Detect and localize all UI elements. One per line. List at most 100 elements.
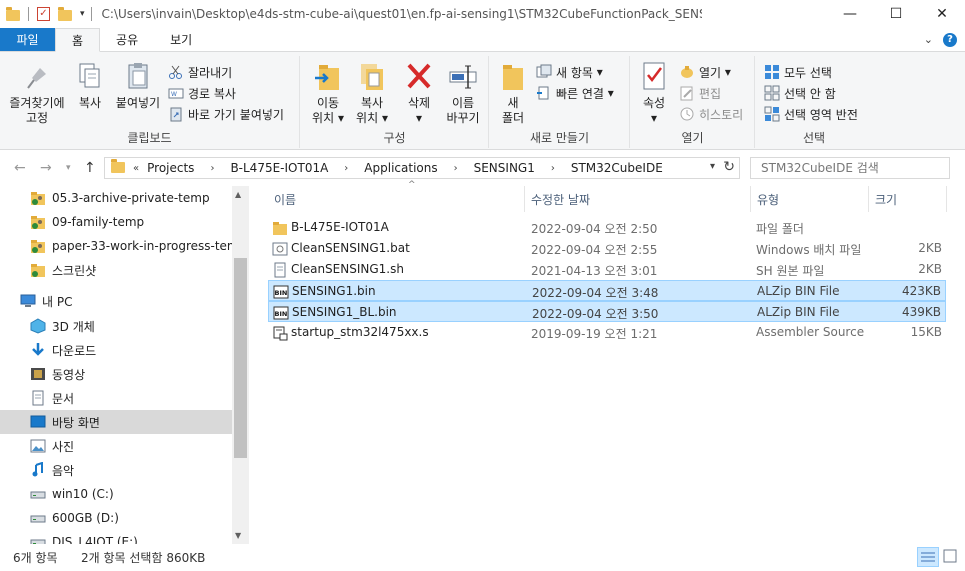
- download-icon: [30, 342, 46, 358]
- refresh-icon[interactable]: ↻: [723, 159, 735, 175]
- nav-item[interactable]: win10 (C:): [0, 482, 232, 506]
- close-button[interactable]: ✕: [919, 0, 965, 28]
- tab-share[interactable]: 공유: [100, 28, 154, 51]
- breadcrumb-sensing1[interactable]: SENSING1: [474, 161, 535, 175]
- organize-group: 이동 위치 ▾ 복사 위치 ▾ 삭제 ▾ 이름 바꾸기 구성: [301, 56, 489, 148]
- address-bar[interactable]: « Projects › B-L475E-IOT01A › Applicatio…: [104, 157, 740, 179]
- copy-to-label-2: 위치 ▾: [356, 111, 388, 125]
- select-all-button[interactable]: 모두 선택: [764, 62, 832, 82]
- customize-toolbar-chevron-icon[interactable]: ▾: [80, 9, 85, 19]
- new-item-button[interactable]: 새 항목 ▾: [536, 62, 603, 82]
- breadcrumb-separator-icon[interactable]: ›: [344, 163, 348, 174]
- scrollbar-thumb[interactable]: [234, 258, 247, 458]
- copy-button[interactable]: 복사: [72, 60, 108, 111]
- delete-button[interactable]: 삭제 ▾: [399, 60, 439, 126]
- details-view-icon: [921, 552, 935, 562]
- table-row[interactable]: BIN SENSING1_BL.bin 2022-09-04 오전 3:50 ALZi…: [268, 301, 946, 322]
- scroll-down-icon[interactable]: ▼: [235, 531, 241, 540]
- column-header-size[interactable]: 크기: [869, 186, 947, 212]
- search-input[interactable]: STM32CubeIDE 검색: [750, 157, 950, 179]
- select-none-icon: [764, 85, 780, 101]
- nav-item[interactable]: 다운로드: [0, 338, 232, 362]
- column-header-type[interactable]: 유형: [751, 186, 869, 212]
- invert-selection-button[interactable]: 선택 영역 반전: [764, 104, 858, 124]
- recent-locations-chevron-icon[interactable]: ▾: [66, 163, 71, 173]
- table-row[interactable]: CleanSENSING1.bat 2022-09-04 오전 2:55 Windo…: [268, 238, 946, 259]
- tab-view[interactable]: 보기: [154, 28, 208, 51]
- overflow-chevron-icon[interactable]: «: [133, 163, 139, 174]
- nav-item-label: 스크린샷: [52, 263, 97, 278]
- back-arrow-icon[interactable]: ←: [14, 160, 26, 176]
- table-row[interactable]: B-L475E-IOT01A 2022-09-04 오전 2:50 파일 폴더: [268, 217, 946, 238]
- paste-label: 붙여넣기: [115, 96, 161, 110]
- nav-item[interactable]: 3D 개체: [0, 314, 232, 338]
- expand-ribbon-chevron-icon[interactable]: ⌄: [924, 33, 933, 46]
- svg-text:BIN: BIN: [275, 289, 288, 297]
- new-folder-button[interactable]: 새 폴더: [496, 60, 530, 126]
- divider: [28, 7, 29, 21]
- move-to-label-2: 위치 ▾: [312, 111, 344, 125]
- nav-item[interactable]: DIS_L4IOT (E:): [0, 530, 232, 544]
- large-icons-view-icon: [943, 549, 957, 563]
- new-folder-icon[interactable]: [58, 7, 72, 21]
- breadcrumb-board[interactable]: B-L475E-IOT01A: [230, 161, 328, 175]
- maximize-button[interactable]: ☐: [873, 0, 919, 28]
- nav-item[interactable]: 문서: [0, 386, 232, 410]
- up-arrow-icon[interactable]: ↑: [84, 160, 96, 176]
- breadcrumb-separator-icon[interactable]: ›: [210, 163, 214, 174]
- large-icons-view-button[interactable]: [940, 547, 962, 567]
- details-view-button[interactable]: [917, 547, 939, 567]
- breadcrumb-applications[interactable]: Applications: [364, 161, 437, 175]
- scroll-up-icon[interactable]: ▲: [235, 190, 241, 199]
- nav-item[interactable]: 05.3-archive-private-temp: [0, 186, 232, 210]
- copy-path-button[interactable]: W 경로 복사: [168, 83, 236, 103]
- address-history-chevron-icon[interactable]: ▾: [710, 161, 715, 172]
- nav-item[interactable]: paper-33-work-in-progress-temp: [0, 234, 232, 258]
- breadcrumb-separator-icon[interactable]: ›: [551, 163, 555, 174]
- select-all-icon: [764, 64, 780, 80]
- forward-arrow-icon[interactable]: →: [40, 160, 52, 176]
- scissors-icon: [168, 64, 184, 80]
- properties-button[interactable]: 속성 ▾: [635, 60, 673, 126]
- open-button[interactable]: 열기 ▾: [679, 62, 731, 82]
- nav-item-label: 600GB (D:): [52, 511, 119, 525]
- window-controls: — ☐ ✕: [827, 0, 965, 28]
- breadcrumb-separator-icon[interactable]: ›: [454, 163, 458, 174]
- nav-item-label: 바탕 화면: [52, 415, 100, 430]
- history-button[interactable]: 히스토리: [679, 104, 743, 124]
- copy-to-button[interactable]: 복사 위치 ▾: [351, 60, 393, 126]
- nav-item[interactable]: 사진: [0, 434, 232, 458]
- nav-item-label: paper-33-work-in-progress-temp: [52, 239, 232, 253]
- tab-file[interactable]: 파일: [0, 28, 55, 51]
- navigation-scrollbar[interactable]: ▲ ▼: [232, 186, 249, 544]
- select-none-button[interactable]: 선택 안 함: [764, 83, 836, 103]
- pin-to-quick-access-button[interactable]: 즐겨찾기에 고정: [4, 60, 70, 126]
- nav-item[interactable]: 스크린샷: [0, 258, 232, 282]
- table-row[interactable]: BIN SENSING1.bin 2022-09-04 오전 3:48 ALZip B…: [268, 280, 946, 301]
- tab-home[interactable]: 홈: [55, 28, 101, 52]
- rename-button[interactable]: 이름 바꾸기: [441, 60, 485, 126]
- nav-item[interactable]: 내 PC: [0, 289, 232, 313]
- table-row[interactable]: CleanSENSING1.sh 2021-04-13 오전 3:01 SH 원본 …: [268, 259, 946, 280]
- column-header-name[interactable]: 이름 ^: [268, 180, 525, 212]
- properties-check-icon[interactable]: ✓: [37, 7, 50, 21]
- ribbon-tabs: 파일 홈 공유 보기 ⌄ ?: [0, 28, 965, 52]
- column-header-date[interactable]: 수정한 날짜: [525, 186, 751, 212]
- paste-shortcut-button[interactable]: 바로 가기 붙여넣기: [168, 104, 284, 124]
- breadcrumb-stm32cubeide[interactable]: STM32CubeIDE: [571, 161, 663, 175]
- edit-button[interactable]: 편집: [679, 83, 721, 103]
- move-to-button[interactable]: 이동 위치 ▾: [307, 60, 349, 126]
- nav-item[interactable]: 바탕 화면: [0, 410, 232, 434]
- paste-button[interactable]: 붙여넣기: [112, 60, 164, 111]
- nav-item[interactable]: 음악: [0, 458, 232, 482]
- file-type: 파일 폴더: [756, 222, 804, 236]
- easy-access-button[interactable]: 빠른 연결 ▾: [536, 83, 614, 103]
- help-icon[interactable]: ?: [943, 32, 957, 47]
- minimize-button[interactable]: —: [827, 0, 873, 28]
- breadcrumb-projects[interactable]: Projects: [147, 161, 194, 175]
- table-row[interactable]: startup_stm32l475xx.s 2019-09-19 오전 1:21 A…: [268, 322, 946, 343]
- nav-item[interactable]: 09-family-temp: [0, 210, 232, 234]
- nav-item[interactable]: 600GB (D:): [0, 506, 232, 530]
- cut-button[interactable]: 잘라내기: [168, 62, 232, 82]
- nav-item[interactable]: 동영상: [0, 362, 232, 386]
